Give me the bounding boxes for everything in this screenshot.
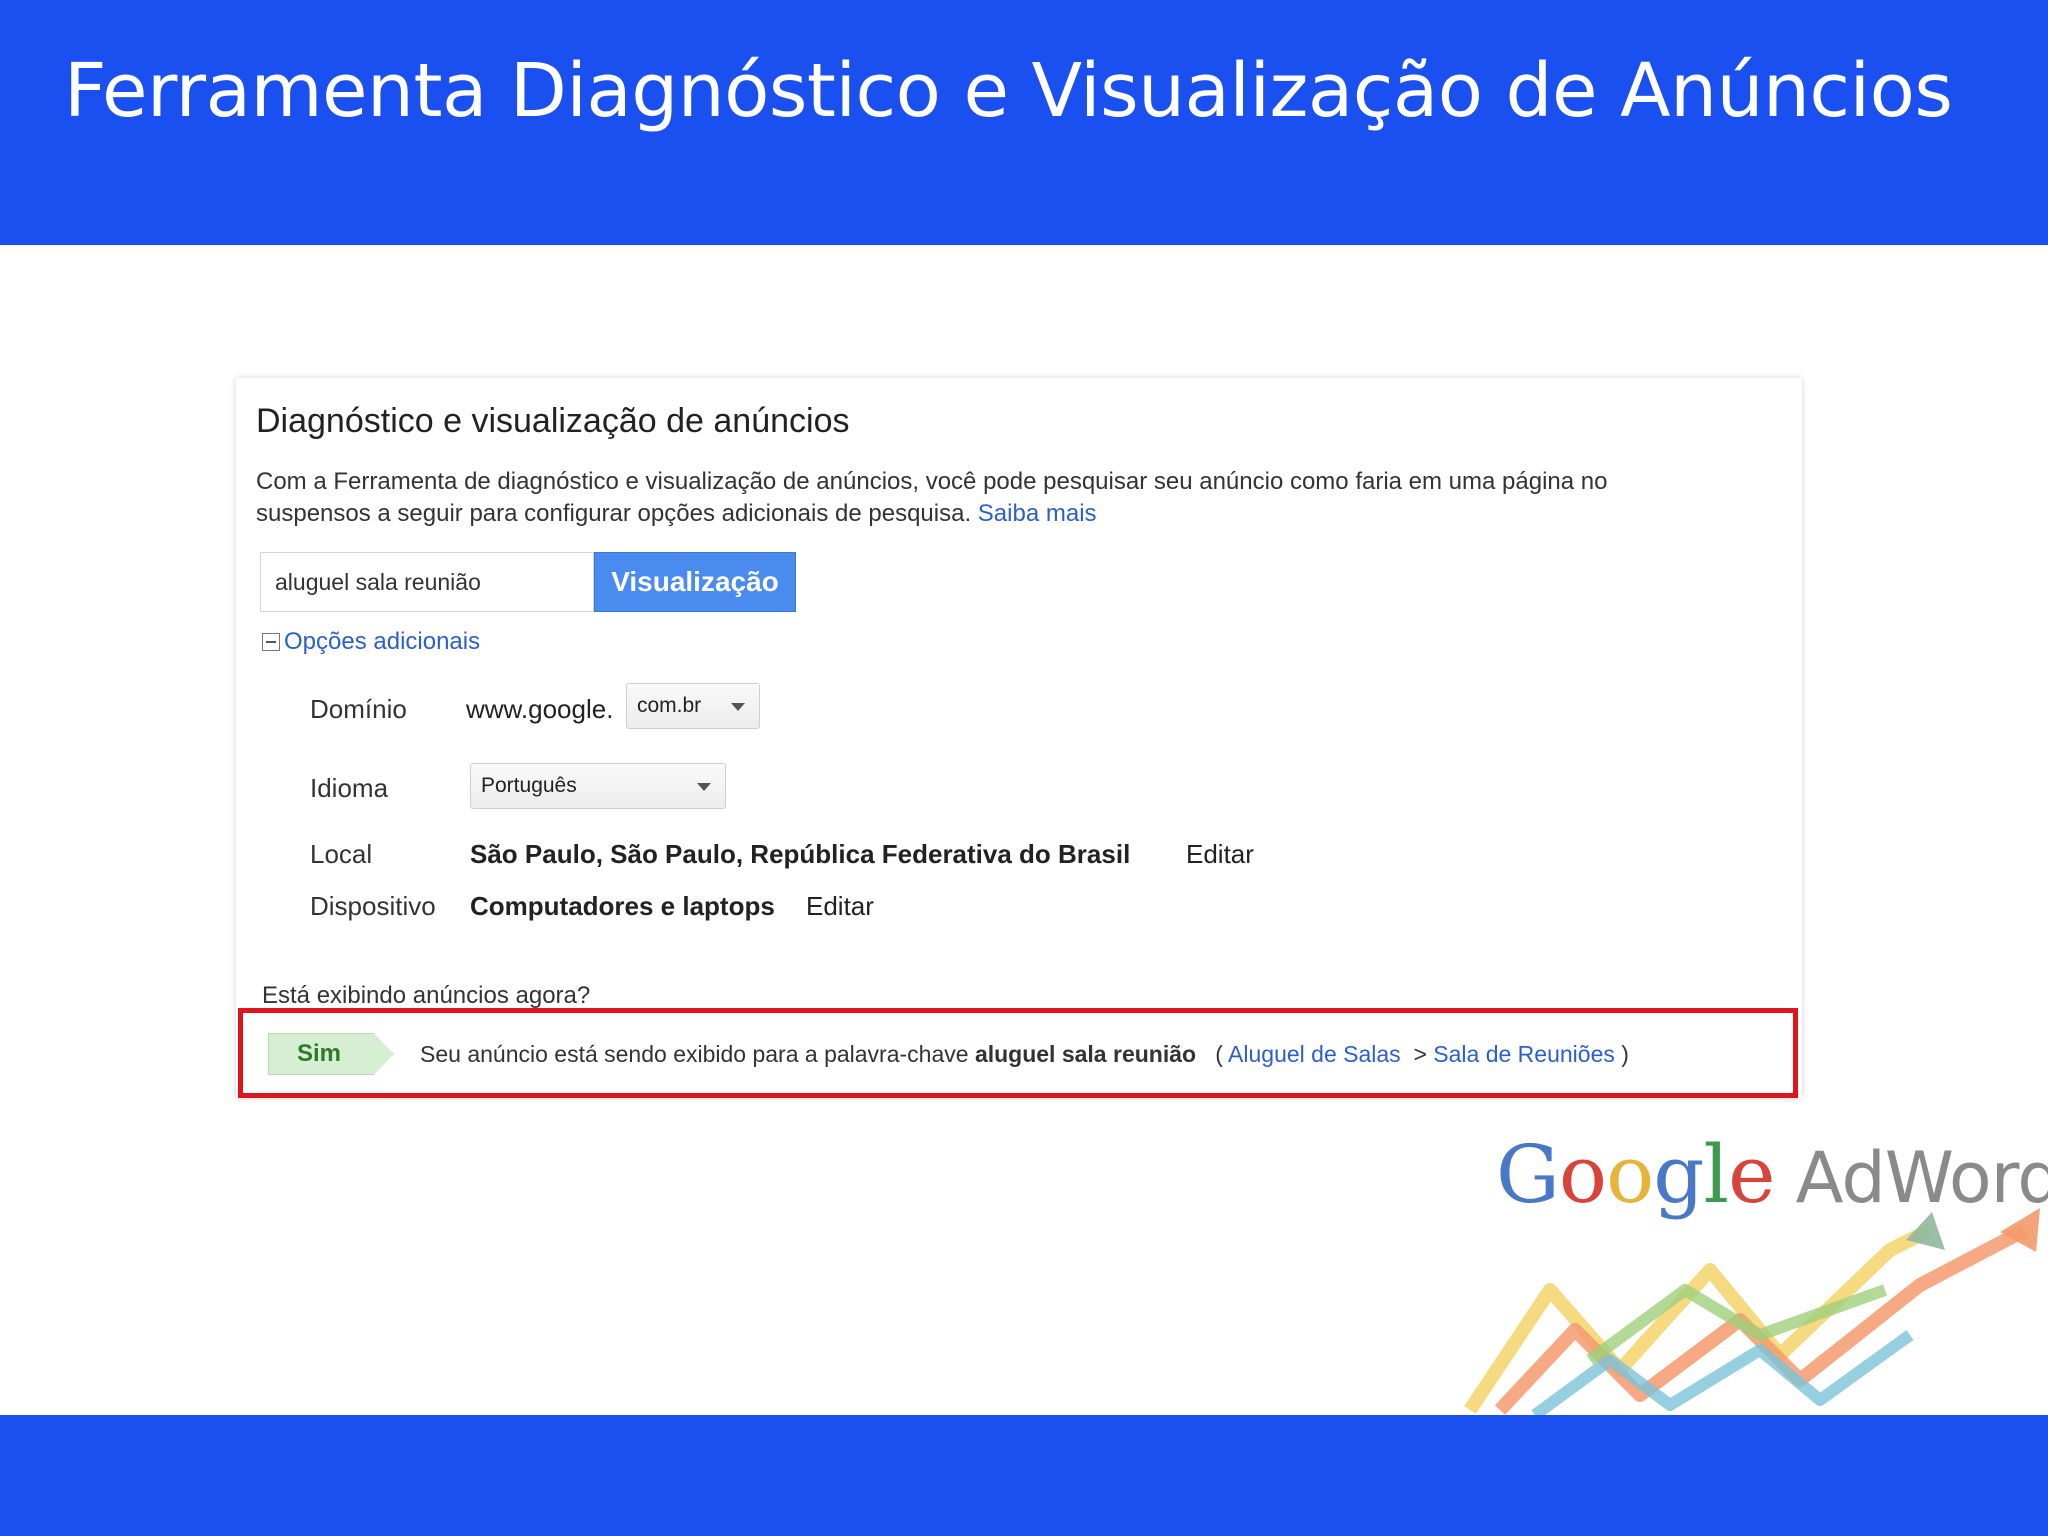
logo-letter: e [1728, 1128, 1775, 1221]
result-prefix: Seu anúncio está sendo exibido para a pa… [420, 1040, 969, 1067]
panel-description: Com a Ferramenta de diagnóstico e visual… [256, 466, 1802, 530]
logo-letter: G [1496, 1128, 1560, 1221]
language-select[interactable]: Português [470, 763, 726, 809]
additional-options-label[interactable]: Opções adicionais [284, 628, 480, 656]
slide-title: Ferramenta Diagnóstico e Visualização de… [64, 48, 1953, 134]
result-keyword: aluguel sala reunião [974, 1040, 1197, 1067]
location-label: Local [310, 839, 373, 869]
domain-label: Domínio [310, 694, 407, 724]
logo-letter: l [1703, 1128, 1729, 1221]
location-value: São Paulo, São Paulo, República Federati… [470, 839, 1131, 869]
top-banner: Ferramenta Diagnóstico e Visualização de… [0, 0, 2048, 245]
description-line-2-text: suspensos a seguir para configurar opçõe… [256, 500, 972, 527]
breadcrumb-separator: > [1413, 1040, 1427, 1067]
google-adwords-logo: Google AdWords [1440, 1120, 2048, 1415]
domain-prefix: www.google. [466, 694, 614, 724]
domain-select[interactable]: com.br [626, 683, 760, 729]
ad-diagnostic-panel: Diagnóstico e visualização de anúncios C… [236, 378, 1802, 1098]
paren-open: ( [1215, 1040, 1223, 1067]
campaign-link[interactable]: Aluguel de Salas [1228, 1041, 1401, 1067]
description-line-1: Com a Ferramenta de diagnóstico e visual… [256, 468, 1608, 495]
bottom-banner [0, 1415, 2048, 1536]
ads-showing-question: Está exibindo anúncios agora? [262, 982, 591, 1009]
result-text: Seu anúncio está sendo exibido para a pa… [420, 1041, 1629, 1068]
device-label: Dispositivo [310, 891, 436, 921]
logo-adwords-text: AdWords [1795, 1137, 2048, 1219]
logo-letter: o [1606, 1128, 1654, 1221]
ad-group-link[interactable]: Sala de Reuniões [1433, 1041, 1615, 1067]
logo-wordmark: Google AdWords [1496, 1128, 2048, 1221]
paren-close: ) [1621, 1040, 1629, 1067]
learn-more-link[interactable]: Saiba mais [978, 500, 1097, 527]
logo-letter: o [1558, 1128, 1607, 1221]
chevron-down-icon [697, 783, 711, 791]
search-input[interactable] [260, 552, 594, 612]
collapse-icon[interactable] [262, 633, 280, 651]
language-label: Idioma [310, 773, 389, 803]
logo-letter: g [1653, 1128, 1704, 1221]
language-select-value: Português [481, 774, 577, 797]
preview-button[interactable]: Visualização [594, 552, 796, 612]
location-edit-link[interactable]: Editar [1186, 839, 1254, 870]
panel-title: Diagnóstico e visualização de anúncios [256, 402, 850, 440]
device-value: Computadores e laptops [470, 891, 775, 921]
domain-select-value: com.br [637, 694, 702, 717]
diagnosis-result: Sim Seu anúncio está sendo exibido para … [264, 1028, 1764, 1080]
chevron-down-icon [731, 703, 745, 711]
additional-options-toggle[interactable]: Opções adicionais [262, 628, 480, 656]
status-badge: Sim [268, 1033, 394, 1075]
device-edit-link[interactable]: Editar [806, 891, 874, 922]
description-line-2: suspensos a seguir para configurar opçõe… [256, 498, 1802, 530]
